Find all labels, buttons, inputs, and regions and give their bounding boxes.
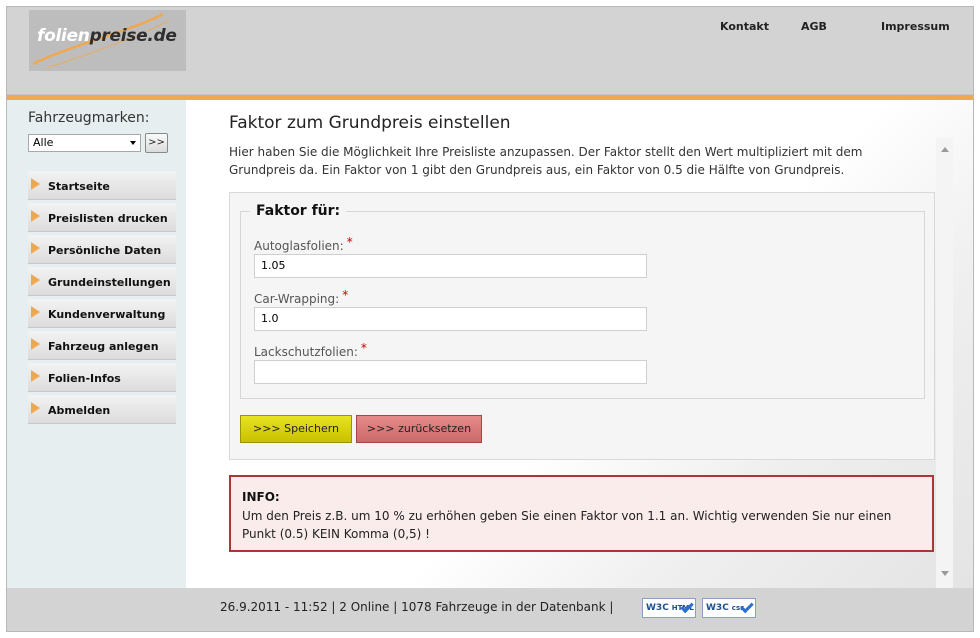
sidebar-item-folien-infos[interactable]: Folien-Infos <box>28 363 176 392</box>
logo-text: folienpreise.de <box>37 26 177 46</box>
sidebar-item-persoenliche-daten[interactable]: Persönliche Daten <box>28 235 176 264</box>
main-content: Faktor zum Grundpreis einstellen Hier ha… <box>186 100 973 588</box>
sidebar-item-grundeinstellungen[interactable]: Grundeinstellungen <box>28 267 176 296</box>
factor-fieldset: Faktor für: Autoglasfolien: * 1.05 Car-Wr… <box>240 203 925 399</box>
info-text: Um den Preis z.B. um 10 % zu erhöhen geb… <box>242 509 892 541</box>
sidebar-item-label: Fahrzeug anlegen <box>48 340 159 353</box>
sidebar-item-label: Kundenverwaltung <box>48 308 166 321</box>
w3c-html-badge[interactable]: W3CHTML 4.01 <box>642 598 696 618</box>
sidebar-item-label: Persönliche Daten <box>48 244 162 257</box>
fieldset-legend: Faktor für: <box>250 203 347 219</box>
lackschutzfolien-label: Lackschutzfolien: * <box>254 341 367 359</box>
sidebar-item-label: Grundeinstellungen <box>48 276 171 289</box>
logo[interactable]: folienpreise.de <box>29 10 186 71</box>
intro-text: Hier haben Sie die Möglichkeit Ihre Prei… <box>229 145 863 177</box>
scroll-down-icon[interactable] <box>941 571 949 576</box>
footer-status: 26.9.2011 - 11:52 | 2 Online | 1078 Fahr… <box>220 600 614 614</box>
arrow-right-icon <box>31 402 40 414</box>
sidebar-item-label: Abmelden <box>48 404 111 417</box>
scroll-up-icon[interactable] <box>941 147 949 152</box>
required-marker: * <box>346 235 353 249</box>
nav-link-kontakt[interactable]: Kontakt <box>720 20 769 33</box>
sidebar-item-fahrzeug-anlegen[interactable]: Fahrzeug anlegen <box>28 331 176 360</box>
sidebar-item-label: Startseite <box>48 180 110 193</box>
brand-go-button[interactable]: >> <box>145 133 168 153</box>
checkmark-icon <box>740 599 754 614</box>
sidebar-item-preislisten-drucken[interactable]: Preislisten drucken <box>28 203 176 232</box>
sidebar-item-abmelden[interactable]: Abmelden <box>28 395 176 424</box>
autoglasfolien-input[interactable]: 1.05 <box>254 254 647 278</box>
brand-label: Fahrzeugmarken: <box>28 110 150 126</box>
page: folienpreise.de Kontakt AGB Impressum Fa… <box>6 6 974 632</box>
sidebar: Fahrzeugmarken: Alle >> Startseite Preis… <box>7 100 186 588</box>
car-wrapping-input[interactable]: 1.0 <box>254 307 647 331</box>
save-button[interactable]: >>> Speichern <box>240 415 352 443</box>
sidebar-item-label: Preislisten drucken <box>48 212 168 225</box>
required-marker: * <box>360 341 367 355</box>
nav-link-impressum[interactable]: Impressum <box>881 20 950 33</box>
w3c-css-badge[interactable]: W3C css <box>702 598 756 618</box>
info-title: INFO: <box>242 490 280 504</box>
sidebar-item-kundenverwaltung[interactable]: Kundenverwaltung <box>28 299 176 328</box>
arrow-right-icon <box>31 370 40 382</box>
header: folienpreise.de Kontakt AGB Impressum <box>7 7 973 95</box>
arrow-right-icon <box>31 210 40 222</box>
lackschutzfolien-input[interactable] <box>254 360 647 384</box>
factor-form: Faktor für: Autoglasfolien: * 1.05 Car-Wr… <box>229 192 935 460</box>
arrow-right-icon <box>31 242 40 254</box>
sidebar-menu: Startseite Preislisten drucken Persönlic… <box>28 171 176 427</box>
required-marker: * <box>342 288 349 302</box>
info-box: INFO: Um den Preis z.B. um 10 % zu erhöh… <box>229 475 934 552</box>
arrow-right-icon <box>31 178 40 190</box>
sidebar-item-label: Folien-Infos <box>48 372 121 385</box>
brand-select-value: Alle <box>33 136 54 149</box>
autoglasfolien-label: Autoglasfolien: * <box>254 235 353 253</box>
chevron-down-icon <box>130 141 136 145</box>
page-title: Faktor zum Grundpreis einstellen <box>229 113 511 133</box>
reset-button[interactable]: >>> zurücksetzen <box>356 415 482 443</box>
footer: 26.9.2011 - 11:52 | 2 Online | 1078 Fahr… <box>7 588 973 631</box>
scrollbar[interactable] <box>936 138 953 588</box>
nav-link-agb[interactable]: AGB <box>801 20 827 33</box>
sidebar-item-startseite[interactable]: Startseite <box>28 171 176 200</box>
car-wrapping-label: Car-Wrapping: * <box>254 288 349 306</box>
arrow-right-icon <box>31 274 40 286</box>
brand-select[interactable]: Alle <box>28 134 141 152</box>
arrow-right-icon <box>31 306 40 318</box>
arrow-right-icon <box>31 338 40 350</box>
